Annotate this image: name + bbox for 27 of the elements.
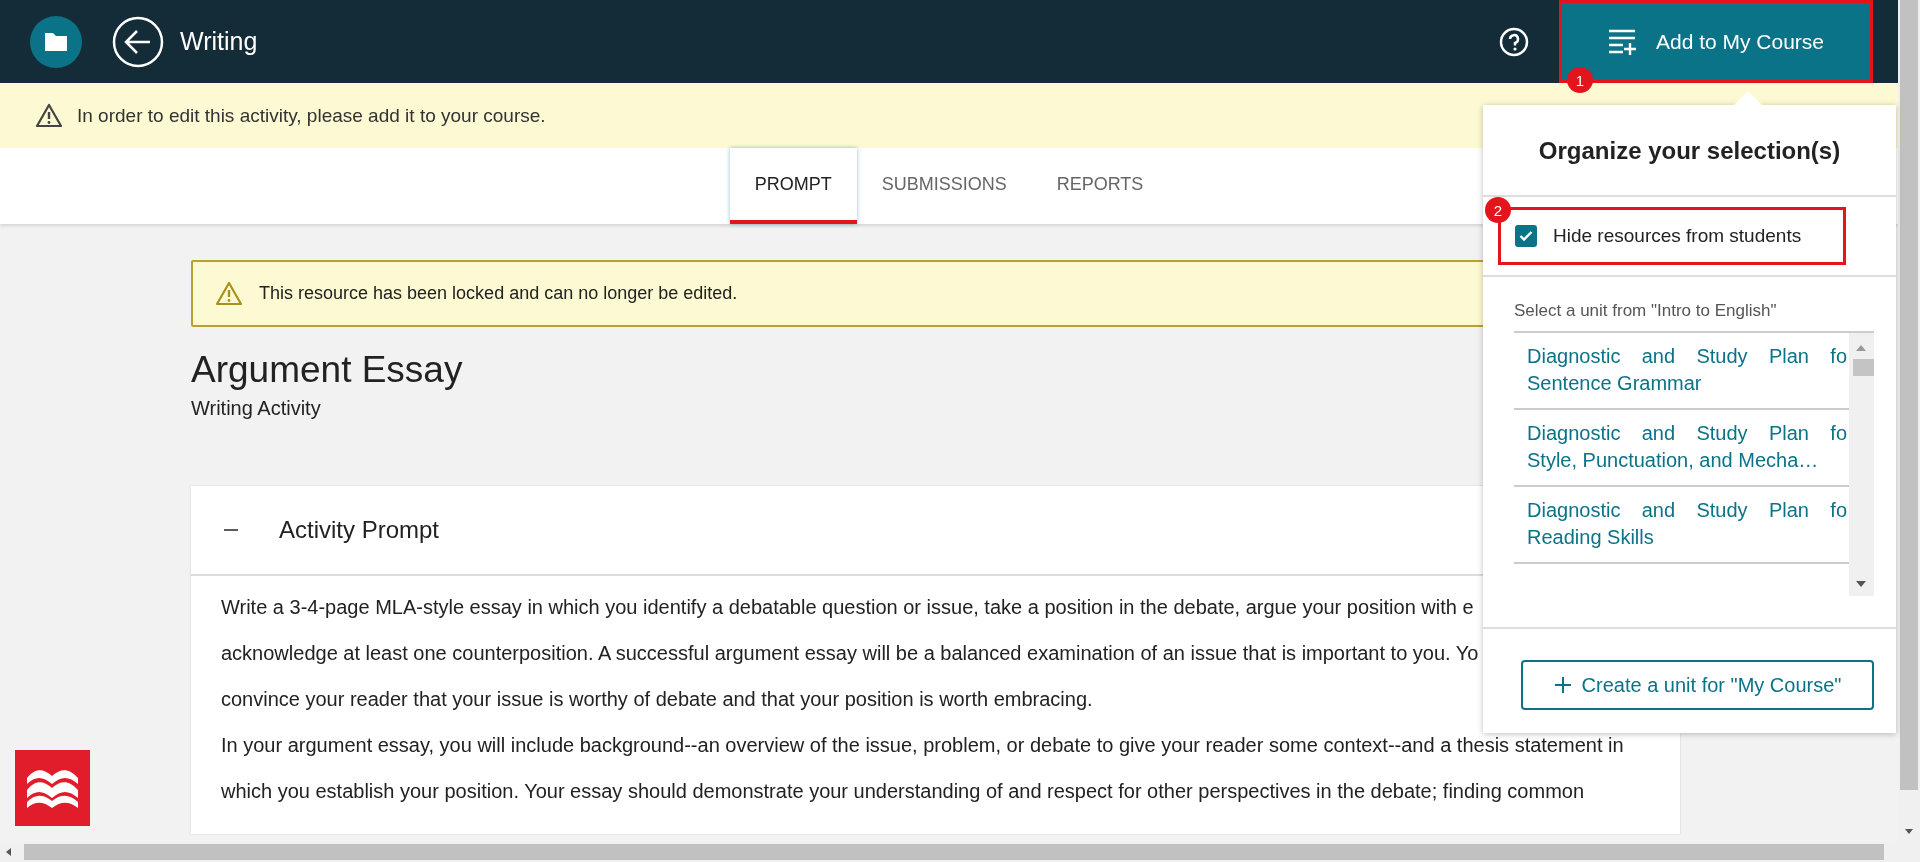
step-badge: 2 bbox=[1485, 197, 1511, 223]
popover-title: Organize your selection(s) bbox=[1483, 105, 1896, 197]
add-list-icon bbox=[1607, 28, 1638, 55]
unit-prompt: Select a unit from "Intro to English" bbox=[1513, 300, 1778, 322]
tab[interactable]: REPORTS bbox=[1031, 148, 1169, 224]
card-heading: Activity Prompt bbox=[279, 516, 440, 544]
plus-icon bbox=[1553, 676, 1572, 694]
notice-text: In order to edit this activity, please add it to your course. bbox=[77, 104, 546, 127]
locked-message: This resource has been locked and can no longer be edited. bbox=[259, 283, 738, 304]
page-title: Writing bbox=[180, 27, 258, 56]
prompt-text: In your argument essay, you will include background--an overview of the issue, problem, or debate to give your reader some context--and a thesis statement in bbox=[221, 733, 1624, 758]
checkbox[interactable] bbox=[1515, 225, 1537, 247]
help-icon[interactable] bbox=[1499, 26, 1529, 57]
folder-icon[interactable] bbox=[30, 15, 82, 68]
prompt-text: acknowledge at least one counterposition. A successful argument essay will be a balanced examination of an issue that is important to you. Yo bbox=[221, 641, 1479, 666]
activity-type: Writing Activity bbox=[191, 397, 322, 420]
create-unit-button[interactable]: Create a unit for "My Course" bbox=[1521, 660, 1874, 710]
activity-title: Argument Essay bbox=[191, 349, 463, 391]
prompt-text: which you establish your position. Your essay should demonstrate your understanding of and respect for other perspectives in the debate; finding common bbox=[221, 779, 1585, 804]
check-icon bbox=[1519, 230, 1533, 242]
prompt-text: Write a 3-4-page MLA-style essay in which you identify a debatable question or issue, take a position in the debate, argue your position with e bbox=[221, 595, 1474, 620]
list-scrollbar[interactable] bbox=[1849, 333, 1874, 596]
prompt-text: convince your reader that your issue is worthy of debate and that your position is worth embracing. bbox=[221, 687, 1093, 712]
warning-icon bbox=[35, 103, 63, 128]
logo-icon[interactable] bbox=[15, 750, 90, 826]
tab[interactable]: SUBMISSIONS bbox=[856, 148, 1032, 224]
warning-icon bbox=[215, 281, 243, 306]
